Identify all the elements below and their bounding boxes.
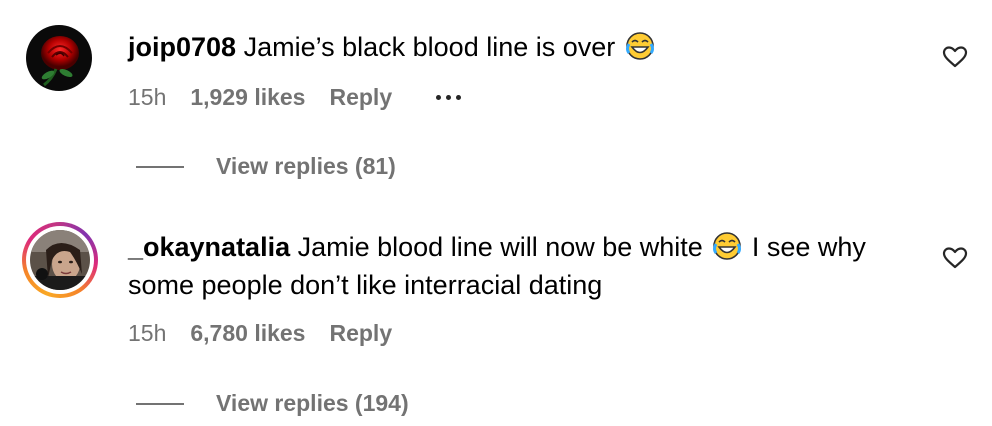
reply-button[interactable]: Reply	[329, 84, 392, 111]
comment-text: joip0708 Jamie’s black blood line is ove…	[128, 28, 918, 66]
avatar[interactable]	[26, 25, 92, 91]
more-options-icon[interactable]	[436, 95, 462, 100]
comment-body: Jamie blood line will now be white	[297, 232, 703, 262]
face-with-tears-of-joy-icon	[625, 32, 654, 60]
timestamp[interactable]: 15h	[128, 320, 166, 347]
likes-count[interactable]: 1,929 likes	[190, 84, 305, 111]
username[interactable]: joip0708	[128, 32, 236, 62]
likes-count[interactable]: 6,780 likes	[190, 320, 305, 347]
username[interactable]: _okaynatalia	[128, 232, 290, 262]
reply-button[interactable]: Reply	[329, 320, 392, 347]
view-replies-label: View replies (194)	[216, 390, 409, 416]
divider	[136, 165, 184, 168]
user-photo-icon	[30, 230, 90, 290]
comment-text: _okaynatalia Jamie blood line will now b…	[128, 228, 918, 304]
heart-icon[interactable]	[942, 44, 968, 70]
rose-icon	[26, 25, 92, 91]
view-replies-button[interactable]: View replies (194)	[136, 390, 409, 417]
divider	[136, 402, 184, 405]
timestamp[interactable]: 15h	[128, 84, 166, 111]
comment-meta: 15h 1,929 likes Reply	[128, 84, 462, 111]
comment-body: Jamie’s black blood line is over	[243, 32, 616, 62]
avatar[interactable]	[22, 222, 98, 298]
comment-meta: 15h 6,780 likes Reply	[128, 320, 436, 347]
view-replies-button[interactable]: View replies (81)	[136, 153, 396, 180]
face-with-tears-of-joy-icon	[713, 232, 742, 260]
view-replies-label: View replies (81)	[216, 153, 396, 179]
heart-icon[interactable]	[942, 245, 968, 271]
